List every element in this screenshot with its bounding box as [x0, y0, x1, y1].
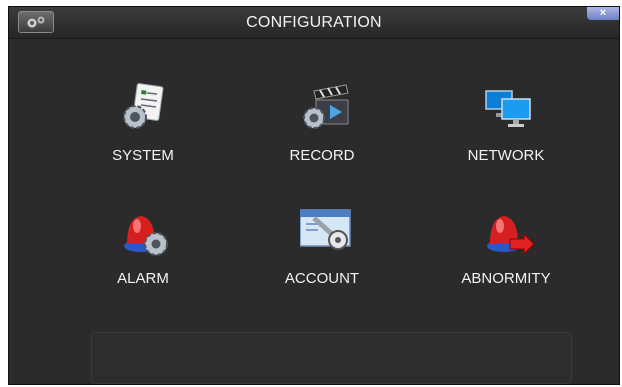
network-monitors-icon: [485, 90, 531, 127]
window-title: CONFIGURATION: [246, 14, 382, 31]
system-settings-icon: [123, 83, 164, 129]
close-button[interactable]: ×: [587, 7, 619, 20]
menu-item-label: SYSTEM: [112, 147, 174, 164]
title-bar: CONFIGURATION ×: [9, 7, 619, 39]
menu-item-account[interactable]: ACCOUNT: [252, 206, 392, 306]
configuration-window: CONFIGURATION × SYSTEM RECORD NETWORK AL…: [8, 6, 620, 385]
menu-item-label: ALARM: [117, 270, 169, 287]
menu-item-label: ACCOUNT: [284, 270, 360, 287]
alarm-siren-icon: [124, 216, 168, 256]
menu-item-label: RECORD: [289, 147, 355, 164]
account-key-icon: [300, 209, 351, 250]
menu-item-network[interactable]: NETWORK: [436, 83, 576, 183]
menu-item-abnormity[interactable]: ABNORMITY: [436, 206, 576, 306]
abnormity-siren-icon: [487, 216, 535, 256]
info-panel: [91, 332, 572, 384]
menu-item-alarm[interactable]: ALARM: [73, 206, 213, 306]
menu-item-record[interactable]: RECORD: [252, 83, 392, 183]
menu-item-label: ABNORMITY: [461, 270, 551, 287]
record-clapperboard-icon: [303, 84, 349, 129]
menu-item-system[interactable]: SYSTEM: [73, 83, 213, 183]
menu-item-label: NETWORK: [467, 147, 545, 164]
